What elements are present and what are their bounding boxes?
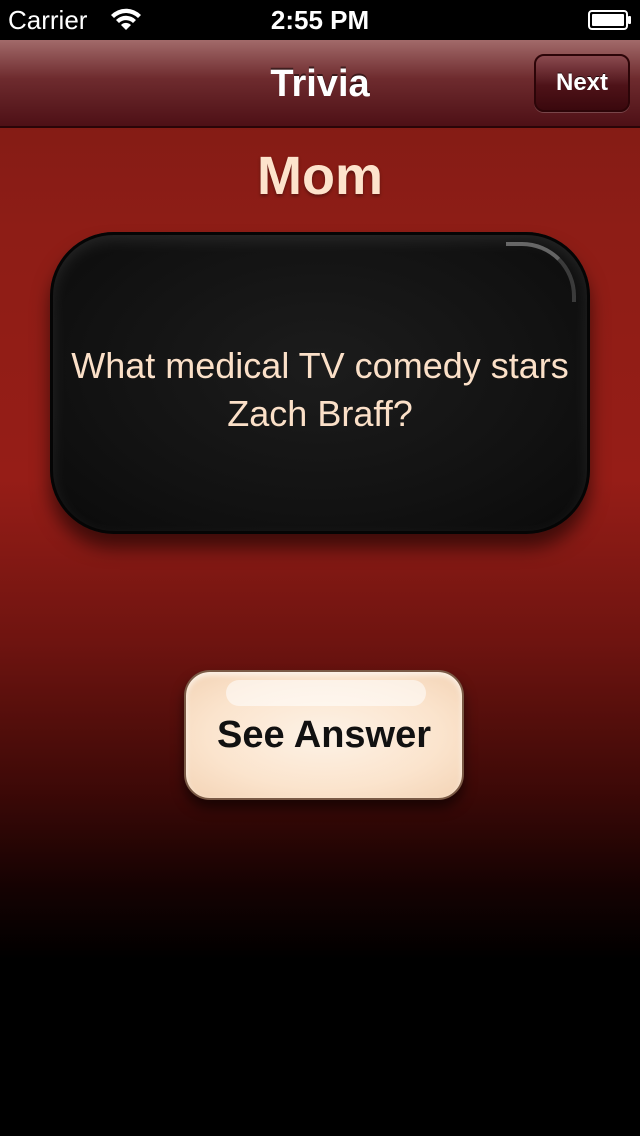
navigation-bar: Trivia Next [0, 40, 640, 128]
battery-icon [588, 10, 632, 30]
see-answer-button[interactable]: See Answer [184, 670, 464, 800]
next-button[interactable]: Next [534, 54, 630, 112]
button-gloss [226, 680, 426, 706]
question-card: What medical TV comedy stars Zach Braff? [50, 232, 590, 534]
question-text: What medical TV comedy stars Zach Braff? [71, 345, 569, 434]
see-answer-label: See Answer [216, 714, 432, 756]
status-bar: Carrier 2:55 PM [0, 0, 640, 40]
card-gloss [506, 242, 576, 302]
category-title: Mom [257, 146, 383, 206]
status-time: 2:55 PM [270, 5, 370, 35]
